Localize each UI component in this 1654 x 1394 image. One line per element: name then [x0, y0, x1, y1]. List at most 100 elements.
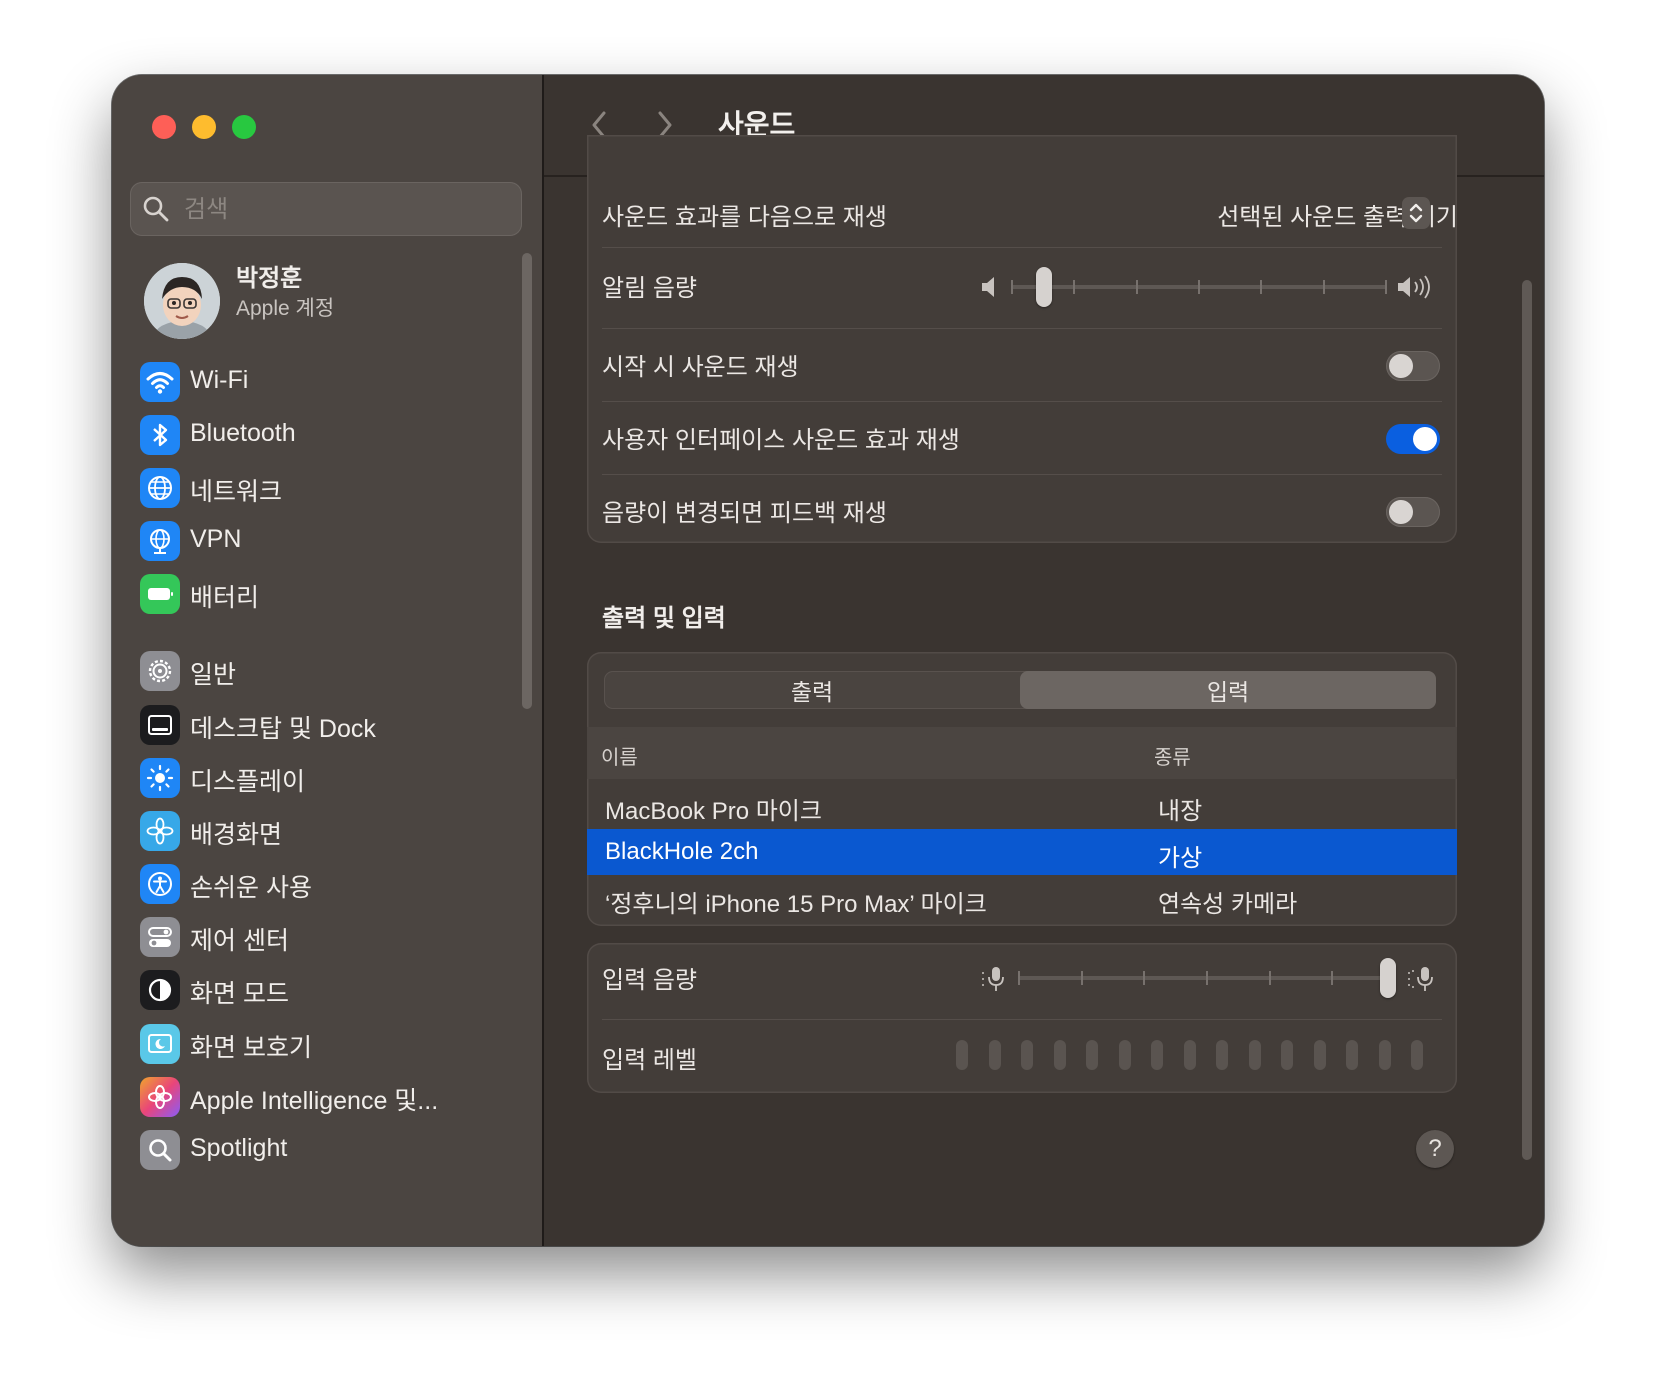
popup-stepper[interactable] [1402, 197, 1430, 229]
slider-tick [1011, 280, 1013, 294]
help-button[interactable]: ? [1416, 1130, 1454, 1168]
sidebar-item-label: 일반 [190, 661, 237, 689]
slider-tick [1081, 971, 1083, 985]
slider-tick [1073, 280, 1075, 294]
input-volume-label: 입력 음량 [602, 967, 697, 994]
slider-tick [1018, 971, 1020, 985]
slider-tick [1143, 971, 1145, 985]
sidebar-item-appearance[interactable]: 화면 모드 [140, 966, 520, 1014]
search-input[interactable] [182, 182, 506, 238]
table-row[interactable]: ‘정후니의 iPhone 15 Pro Max’ 마이크 연속성 카메라 [587, 875, 1457, 921]
toggle-knob [1413, 427, 1437, 451]
level-meter-segment [1249, 1040, 1261, 1070]
slider-tick [1331, 971, 1333, 985]
zoom-button[interactable] [232, 115, 256, 139]
slider-thumb[interactable] [1036, 267, 1052, 307]
device-type: 가상 [1158, 845, 1203, 872]
sidebar-item-general[interactable]: 일반 [140, 647, 520, 695]
device-type: 연속성 카메라 [1158, 891, 1298, 918]
feedback-toggle[interactable] [1386, 497, 1440, 527]
sidebar-item-label: 화면 보호기 [190, 1034, 312, 1062]
sidebar-item-label: Wi-Fi [190, 366, 249, 394]
level-meter-segment [1119, 1040, 1131, 1070]
sidebar-item-label: 화면 모드 [190, 980, 289, 1008]
account-subtitle[interactable]: Apple 계정 [236, 292, 334, 322]
table-header: 이름 종류 [587, 727, 1457, 779]
sidebar-item-label: 데스크탑 및 Dock [190, 715, 376, 743]
level-meter-segment [1314, 1040, 1326, 1070]
microphone-high-icon [1408, 967, 1433, 991]
level-meter-segment [956, 1040, 968, 1070]
sidebar-item-label: 제어 센터 [190, 927, 289, 955]
alert-volume-slider[interactable] [1011, 267, 1387, 307]
slider-tick [1385, 280, 1387, 294]
input-volume-slider[interactable] [1018, 958, 1396, 998]
sidebar-item-label: 배터리 [190, 584, 260, 612]
sidebar-scrollbar[interactable] [522, 253, 532, 709]
level-meter-segment [1054, 1040, 1066, 1070]
speaker-low-icon [982, 277, 994, 297]
sidebar-item-screensaver[interactable]: 화면 보호기 [140, 1020, 520, 1068]
sidebar-item-label: Bluetooth [190, 419, 296, 447]
sun-icon [140, 758, 180, 798]
avatar[interactable] [144, 263, 220, 339]
device-name: ‘정후니의 iPhone 15 Pro Max’ 마이크 [605, 891, 987, 918]
sidebar-item-vpn[interactable]: VPN [140, 517, 520, 565]
level-meter-segment [1411, 1040, 1423, 1070]
spotlight-icon [140, 1130, 180, 1170]
row-divider [602, 1019, 1442, 1020]
content-scrollbar[interactable] [1522, 280, 1532, 1160]
tab-input[interactable]: 입력 [1020, 671, 1436, 709]
sidebar-item-label: 배경화면 [190, 821, 283, 849]
accessibility-icon [140, 864, 180, 904]
level-meter-segment [1086, 1040, 1098, 1070]
sidebar-item-label: Apple Intelligence 및... [190, 1087, 439, 1115]
sidebar-item-displays[interactable]: 디스플레이 [140, 754, 520, 802]
memoji-avatar-icon [144, 263, 220, 339]
sidebar-item-wifi[interactable]: Wi-Fi [140, 358, 520, 406]
level-meter-segment [1151, 1040, 1163, 1070]
slider-tick [1136, 280, 1138, 294]
appearance-icon [140, 970, 180, 1010]
sidebar-item-battery[interactable]: 배터리 [140, 570, 520, 618]
search-icon [143, 196, 169, 222]
globe-icon [140, 468, 180, 508]
ui-sound-toggle[interactable] [1386, 424, 1440, 454]
table-row[interactable]: MacBook Pro 마이크 내장 [587, 782, 1457, 828]
chevron-updown-icon [1409, 203, 1423, 223]
gear-icon [140, 651, 180, 691]
minimize-button[interactable] [192, 115, 216, 139]
column-header-type[interactable]: 종류 [1154, 741, 1191, 770]
battery-icon [140, 574, 180, 614]
sidebar-item-control-center[interactable]: 제어 센터 [140, 913, 520, 961]
sidebar-item-spotlight[interactable]: Spotlight [140, 1126, 520, 1174]
sidebar-item-apple-intelligence[interactable]: Apple Intelligence 및... [140, 1073, 520, 1121]
sidebar-item-label: 디스플레이 [190, 768, 306, 796]
slider-tick [1206, 971, 1208, 985]
startup-sound-toggle[interactable] [1386, 351, 1440, 381]
row-divider [602, 401, 1442, 402]
account-name[interactable]: 박정훈 [236, 258, 302, 293]
search-field[interactable] [130, 182, 522, 238]
slider-tick [1260, 280, 1262, 294]
sidebar-item-network[interactable]: 네트워크 [140, 464, 520, 512]
alert-volume-label: 알림 음량 [602, 275, 697, 302]
column-header-name[interactable]: 이름 [601, 741, 638, 770]
sidebar-item-wallpaper[interactable]: 배경화면 [140, 807, 520, 855]
sidebar-item-desktop-dock[interactable]: 데스크탑 및 Dock [140, 701, 520, 749]
level-meter-segment [989, 1040, 1001, 1070]
slider-thumb[interactable] [1380, 958, 1396, 998]
sidebar-item-label: 네트워크 [190, 478, 283, 506]
device-name: MacBook Pro 마이크 [605, 798, 822, 825]
sidebar-item-bluetooth[interactable]: Bluetooth [140, 411, 520, 459]
row-divider [602, 328, 1442, 329]
level-meter-segment [1184, 1040, 1196, 1070]
bluetooth-icon [140, 415, 180, 455]
sidebar-item-label: 손쉬운 사용 [190, 874, 312, 902]
table-row-selected[interactable]: BlackHole 2ch 가상 [587, 829, 1457, 875]
tab-output[interactable]: 출력 [604, 671, 1020, 709]
sidebar-item-accessibility[interactable]: 손쉬운 사용 [140, 860, 520, 908]
close-button[interactable] [152, 115, 176, 139]
slider-tick [1323, 280, 1325, 294]
wifi-icon [140, 362, 180, 402]
